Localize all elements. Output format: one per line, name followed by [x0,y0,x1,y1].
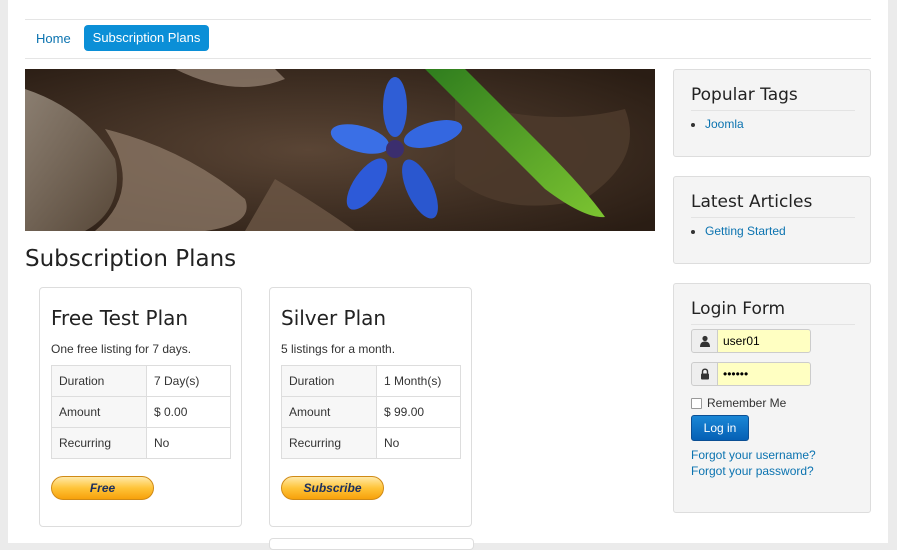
table-cell-key: Recurring [281,427,377,459]
module-divider [691,110,855,111]
free-button[interactable]: Free [51,476,154,500]
table-cell-value: 1 Month(s) [376,365,461,397]
module-title: Login Form [691,299,786,319]
plan-card-next [269,538,474,550]
forgot-password-link[interactable]: Forgot your password? [691,464,814,478]
plan-card-free: Free Test Plan One free listing for 7 da… [39,287,242,527]
table-cell-value: $ 0.00 [146,396,231,428]
plan-description: 5 listings for a month. [281,342,396,356]
lock-icon [691,362,718,386]
remember-label: Remember Me [707,396,787,410]
nav-divider [25,58,871,59]
latest-articles-module: Latest Articles Getting Started [673,176,871,264]
plan-details-table: Duration 7 Day(s) Amount $ 0.00 Recurrin… [51,365,231,459]
table-cell-key: Amount [51,396,147,428]
page-title: Subscription Plans [25,246,237,272]
login-button[interactable]: Log in [691,415,749,441]
article-link-getting-started[interactable]: Getting Started [705,224,786,238]
remember-me[interactable]: Remember Me [691,396,786,410]
table-row: Duration 7 Day(s) [51,365,231,397]
password-input[interactable] [717,362,811,386]
popular-tags-module: Popular Tags Joomla [673,69,871,157]
table-cell-key: Recurring [51,427,147,459]
login-form-module: Login Form Remember Me Log in Forgot you… [673,283,871,513]
table-cell-value: 7 Day(s) [146,365,231,397]
nav-home-link[interactable]: Home [36,31,71,46]
table-row: Amount $ 0.00 [51,396,231,428]
table-cell-key: Duration [281,365,377,397]
subscribe-button[interactable]: Subscribe [281,476,384,500]
username-input[interactable] [717,329,811,353]
tag-list: Joomla [691,117,744,131]
tag-link-joomla[interactable]: Joomla [705,117,744,131]
page: Home Subscription Plans Subscription Pla… [8,0,888,550]
module-title: Popular Tags [691,85,798,105]
table-row: Amount $ 99.00 [281,396,461,428]
table-cell-value: No [146,427,231,459]
header-divider [25,19,871,20]
table-row: Duration 1 Month(s) [281,365,461,397]
plan-card-silver: Silver Plan 5 listings for a month. Dura… [269,287,472,527]
table-cell-value: No [376,427,461,459]
plan-name: Free Test Plan [51,306,189,330]
plan-name: Silver Plan [281,306,387,330]
remember-checkbox[interactable] [691,397,702,409]
table-row: Recurring No [281,427,461,459]
table-cell-value: $ 99.00 [376,396,461,428]
plan-details-table: Duration 1 Month(s) Amount $ 99.00 Recur… [281,365,461,459]
list-item: Joomla [705,117,744,131]
module-title: Latest Articles [691,192,813,212]
list-item: Getting Started [705,224,786,238]
forgot-username-link[interactable]: Forgot your username? [691,448,816,462]
module-divider [691,217,855,218]
nav-subscription-plans-tab[interactable]: Subscription Plans [84,25,209,51]
table-cell-key: Duration [51,365,147,397]
table-cell-key: Amount [281,396,377,428]
module-divider [691,324,855,325]
banner-image [25,69,655,231]
article-list: Getting Started [691,224,786,238]
user-icon [691,329,718,353]
table-row: Recurring No [51,427,231,459]
plan-description: One free listing for 7 days. [51,342,192,356]
